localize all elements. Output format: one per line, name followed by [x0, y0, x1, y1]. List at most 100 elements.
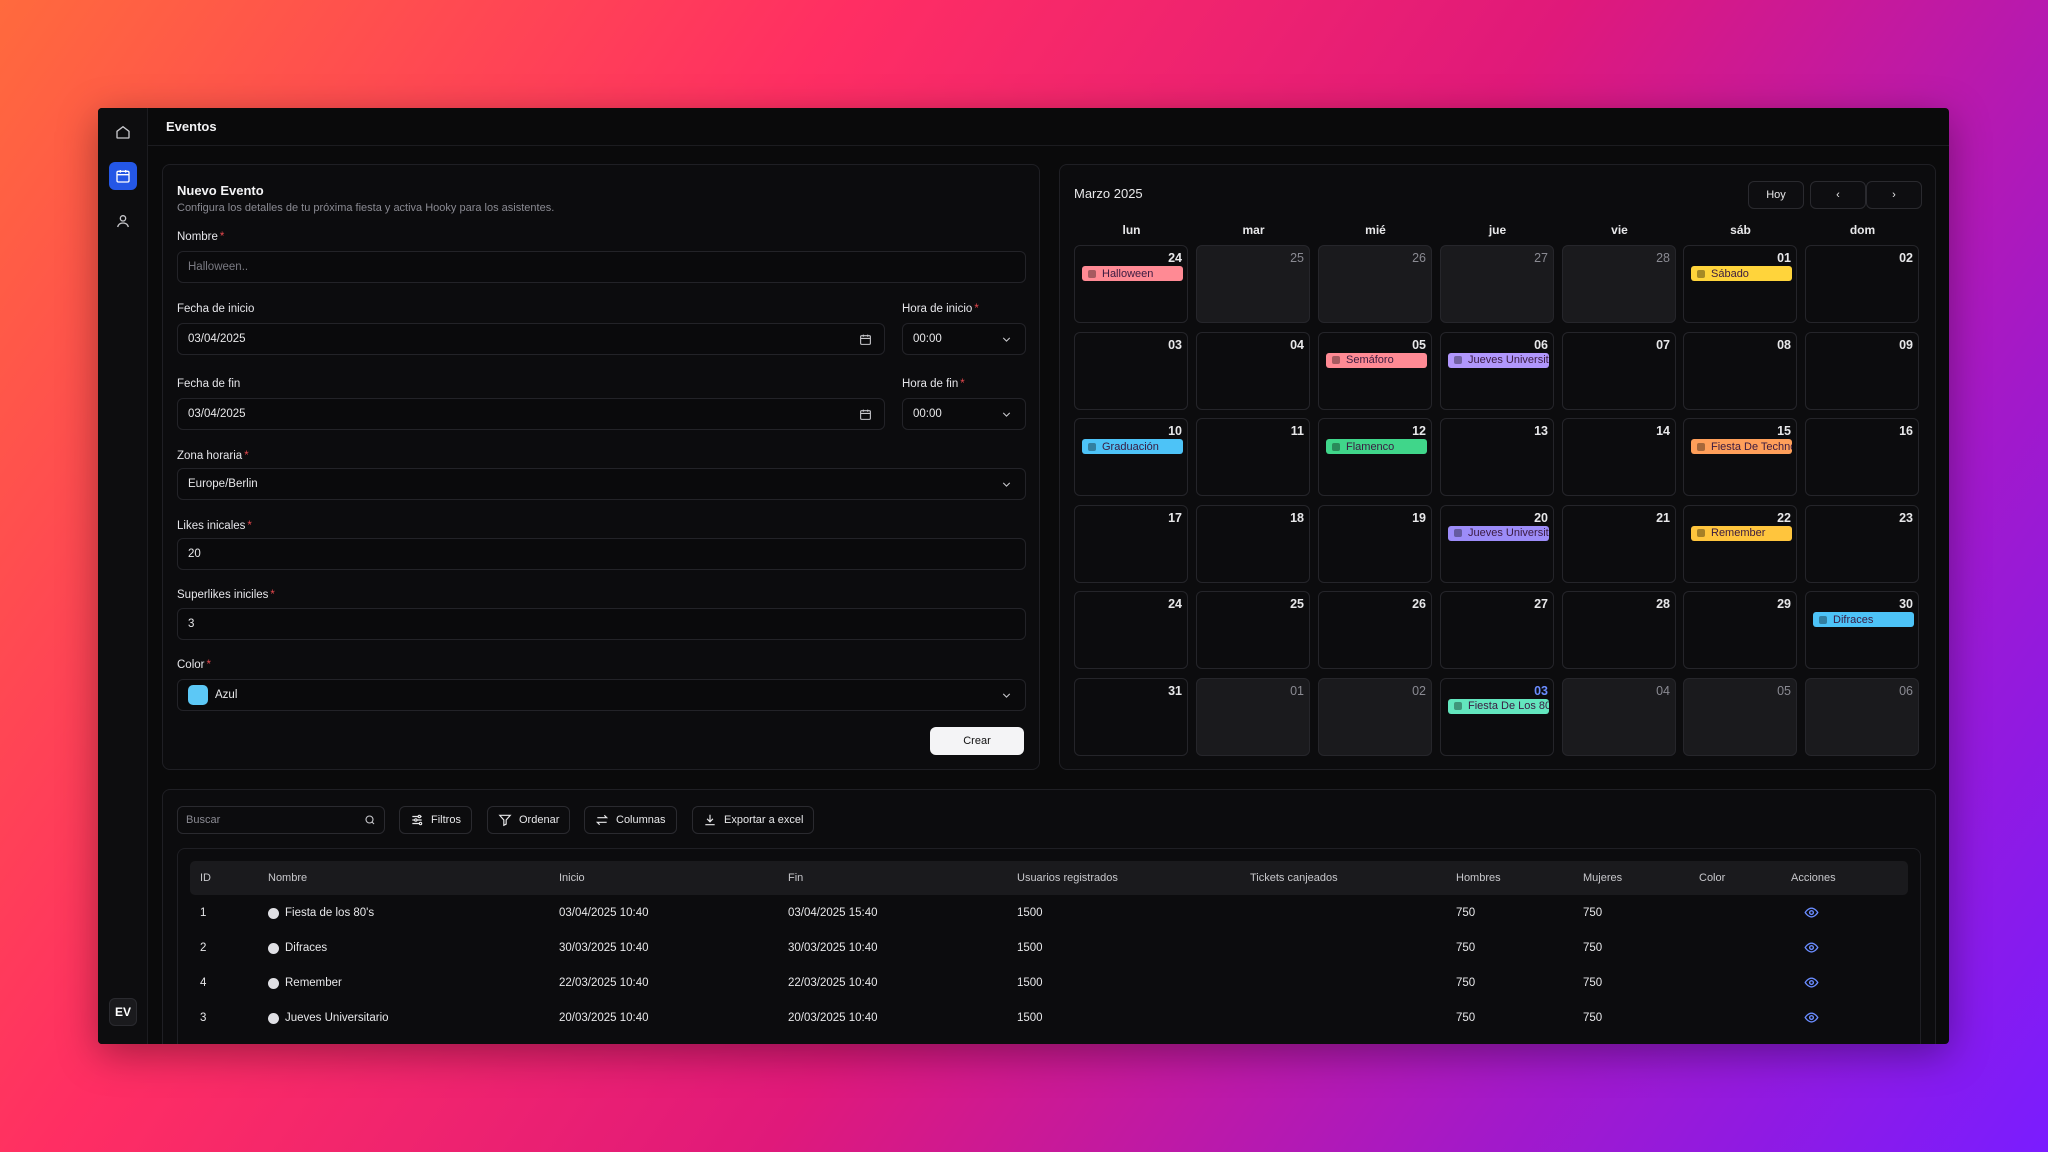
- calendar-day[interactable]: 24 Halloween: [1074, 245, 1188, 323]
- calendar-day[interactable]: 27: [1440, 245, 1554, 323]
- start-date-input[interactable]: 03/04/2025: [177, 323, 885, 355]
- calendar-day[interactable]: 01: [1196, 677, 1310, 756]
- end-date-input[interactable]: 03/04/2025: [177, 398, 885, 430]
- calendar-event[interactable]: Flamenco: [1326, 439, 1427, 454]
- calendar-day[interactable]: 15 Fiesta De Techno: [1683, 418, 1797, 496]
- calendar-event[interactable]: Jueves Universitario: [1448, 525, 1549, 541]
- eye-icon: [1804, 1012, 1819, 1023]
- calendar-day[interactable]: 01 Sábado: [1683, 245, 1797, 323]
- th-women[interactable]: Mujeres: [1583, 872, 1622, 884]
- calendar-event[interactable]: Remember: [1691, 525, 1792, 541]
- calendar-day[interactable]: 08: [1683, 331, 1797, 410]
- calendar-day[interactable]: 11: [1196, 418, 1310, 496]
- calendar-day[interactable]: 26: [1318, 591, 1432, 669]
- calendar-event[interactable]: Jueves Universitario: [1448, 352, 1549, 368]
- calendar-day[interactable]: 09: [1805, 331, 1919, 410]
- calendar-day[interactable]: 07: [1562, 331, 1676, 410]
- table-row[interactable]: 4 Remember 22/03/2025 10:40 22/03/2025 10:4…: [190, 965, 1908, 1000]
- calendar-day[interactable]: 13: [1440, 418, 1554, 496]
- end-time-select[interactable]: 00:00: [902, 398, 1026, 430]
- calendar-icon[interactable]: [859, 333, 872, 346]
- calendar-day[interactable]: 25: [1196, 245, 1310, 323]
- th-men[interactable]: Hombres: [1456, 872, 1501, 884]
- prev-month-button[interactable]: ‹: [1810, 181, 1866, 209]
- th-tickets[interactable]: Tickets canjeados: [1250, 872, 1338, 884]
- columns-button[interactable]: Columnas: [584, 806, 677, 834]
- calendar-icon[interactable]: [859, 408, 872, 421]
- calendar-day[interactable]: 26: [1318, 245, 1432, 323]
- name-input[interactable]: Halloween..: [177, 251, 1026, 283]
- calendar-day[interactable]: 14: [1562, 418, 1676, 496]
- day-number: 10: [1168, 424, 1182, 438]
- filters-button[interactable]: Filtros: [399, 806, 472, 834]
- sort-button[interactable]: Ordenar: [487, 806, 571, 834]
- th-start[interactable]: Inicio: [559, 872, 585, 884]
- calendar-day[interactable]: 04: [1562, 677, 1676, 756]
- calendar-day[interactable]: 02: [1318, 677, 1432, 756]
- view-button[interactable]: [1804, 975, 1819, 990]
- calendar-day[interactable]: 05 Semáforo: [1318, 331, 1432, 410]
- calendar-event[interactable]: Graduación: [1082, 439, 1183, 454]
- sidebar-item-events[interactable]: [109, 162, 137, 190]
- calendar-day[interactable]: 18: [1196, 504, 1310, 583]
- next-month-button[interactable]: ›: [1866, 181, 1922, 209]
- calendar-day[interactable]: 17: [1074, 504, 1188, 583]
- create-button[interactable]: Crear: [930, 727, 1024, 755]
- calendar-day[interactable]: 05: [1683, 677, 1797, 756]
- calendar-event[interactable]: Semáforo: [1326, 352, 1427, 368]
- calendar-day[interactable]: 04: [1196, 331, 1310, 410]
- calendar-day[interactable]: 25: [1196, 591, 1310, 669]
- timezone-select[interactable]: Europe/Berlin: [177, 468, 1026, 500]
- view-button[interactable]: [1804, 940, 1819, 955]
- view-button[interactable]: [1804, 905, 1819, 920]
- export-excel-button[interactable]: Exportar a excel: [692, 806, 815, 834]
- user-avatar[interactable]: EV: [109, 998, 137, 1026]
- likes-input[interactable]: 20: [177, 538, 1026, 570]
- calendar-event[interactable]: Halloween: [1082, 266, 1183, 281]
- calendar-day[interactable]: 20 Jueves Universitario: [1440, 504, 1554, 583]
- calendar-day[interactable]: 30 Difraces: [1805, 591, 1919, 669]
- calendar-event[interactable]: Fiesta De Techno: [1691, 439, 1792, 454]
- color-select[interactable]: Azul: [177, 679, 1026, 711]
- today-button[interactable]: Hoy: [1748, 181, 1804, 209]
- start-time-select[interactable]: 00:00: [902, 323, 1026, 355]
- calendar-day[interactable]: 19: [1318, 504, 1432, 583]
- calendar-day[interactable]: 28: [1562, 245, 1676, 323]
- calendar-day[interactable]: 16: [1805, 418, 1919, 496]
- start-date-value: 03/04/2025: [188, 333, 246, 345]
- calendar-day[interactable]: 21: [1562, 504, 1676, 583]
- view-button[interactable]: [1804, 1010, 1819, 1025]
- th-color[interactable]: Color: [1699, 872, 1725, 884]
- calendar-day[interactable]: 23: [1805, 504, 1919, 583]
- calendar-day[interactable]: 06: [1805, 677, 1919, 756]
- th-registered-users[interactable]: Usuarios registrados: [1017, 872, 1118, 884]
- day-number: 05: [1412, 337, 1426, 352]
- calendar-event[interactable]: Sábado: [1691, 266, 1792, 281]
- calendar-day[interactable]: 03: [1074, 331, 1188, 410]
- sidebar-item-users[interactable]: [109, 207, 137, 235]
- calendar-event[interactable]: Fiesta De Los 80's: [1448, 698, 1549, 714]
- calendar-day[interactable]: 12 Flamenco: [1318, 418, 1432, 496]
- calendar-day[interactable]: 10 Graduación: [1074, 418, 1188, 496]
- cell-start: 03/04/2025 10:40: [559, 907, 649, 919]
- day-number: 19: [1412, 510, 1426, 525]
- table-row[interactable]: 1 Fiesta de los 80's 03/04/2025 10:40 03/04…: [190, 895, 1908, 930]
- calendar-day[interactable]: 22 Remember: [1683, 504, 1797, 583]
- table-row[interactable]: 2 Difraces 30/03/2025 10:40 30/03/2025 10:4…: [190, 930, 1908, 965]
- calendar-day[interactable]: 06 Jueves Universitario: [1440, 331, 1554, 410]
- search-input[interactable]: Buscar: [177, 806, 385, 834]
- table-row[interactable]: 3 Jueves Universitario 20/03/2025 10:40 20/…: [190, 1000, 1908, 1035]
- superlikes-input[interactable]: 3: [177, 608, 1026, 640]
- calendar-day[interactable]: 31: [1074, 677, 1188, 756]
- calendar-day[interactable]: 27: [1440, 591, 1554, 669]
- th-end[interactable]: Fin: [788, 872, 803, 884]
- calendar-day[interactable]: 29: [1683, 591, 1797, 669]
- calendar-day[interactable]: 28: [1562, 591, 1676, 669]
- calendar-event[interactable]: Difraces: [1813, 612, 1914, 627]
- calendar-day[interactable]: 02: [1805, 245, 1919, 323]
- th-name[interactable]: Nombre: [268, 872, 307, 884]
- calendar-day[interactable]: 24: [1074, 591, 1188, 669]
- th-id[interactable]: ID: [200, 872, 211, 884]
- sidebar-item-home[interactable]: [109, 118, 137, 146]
- calendar-day[interactable]: 03 Fiesta De Los 80's: [1440, 677, 1554, 756]
